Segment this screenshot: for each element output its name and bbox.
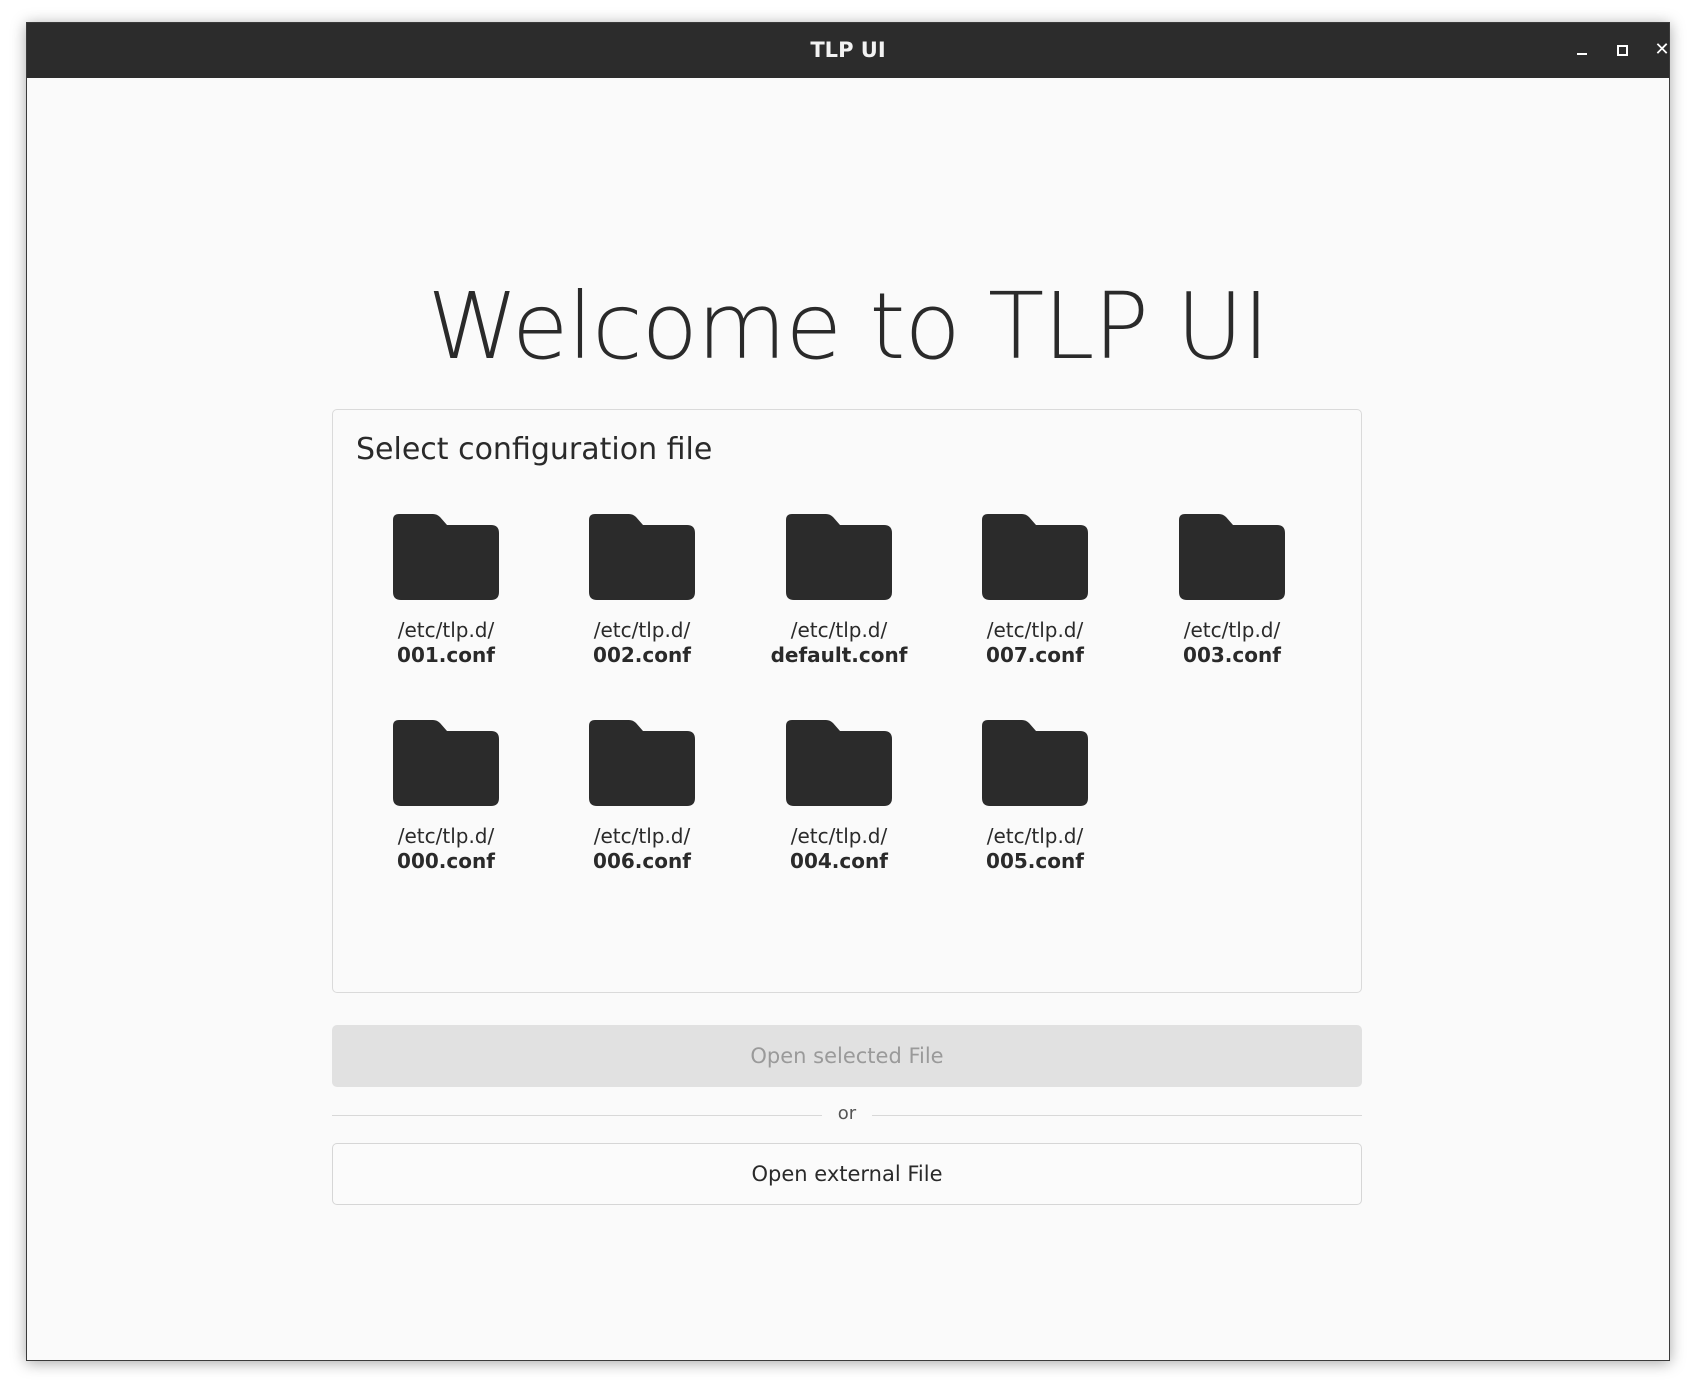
file-name: 004.conf: [790, 849, 888, 873]
file-name: 007.conf: [986, 643, 1084, 667]
folder-icon: [982, 720, 1088, 806]
folder-icon: [393, 720, 499, 806]
folder-icon: [982, 514, 1088, 600]
or-separator: or: [332, 1095, 1362, 1135]
or-label: or: [837, 1103, 857, 1124]
file-item-006[interactable]: /etc/tlp.d/ 006.conf: [547, 720, 737, 874]
close-icon: ✕: [1654, 39, 1670, 60]
file-name: 006.conf: [593, 849, 691, 873]
maximize-icon: [1616, 44, 1628, 56]
file-name: 001.conf: [397, 643, 495, 667]
welcome-heading: Welcome to TLP UI: [427, 273, 1269, 380]
file-item-007[interactable]: /etc/tlp.d/ 007.conf: [940, 514, 1130, 668]
file-item-005[interactable]: /etc/tlp.d/ 005.conf: [940, 720, 1130, 874]
file-directory: /etc/tlp.d/: [593, 618, 691, 642]
file-name: 005.conf: [986, 849, 1084, 873]
title-bar[interactable]: TLP UI ✕: [27, 23, 1669, 78]
window-title: TLP UI: [810, 38, 886, 62]
file-directory: /etc/tlp.d/: [397, 618, 495, 642]
file-item-002[interactable]: /etc/tlp.d/ 002.conf: [547, 514, 737, 668]
config-file-panel: Select configuration file /etc/tlp.d/ 00…: [332, 409, 1362, 993]
file-directory: /etc/tlp.d/: [1183, 618, 1281, 642]
minimize-button[interactable]: [1565, 33, 1599, 67]
file-item-001[interactable]: /etc/tlp.d/ 001.conf: [351, 514, 541, 668]
file-directory: /etc/tlp.d/: [397, 824, 495, 848]
file-item-default[interactable]: /etc/tlp.d/ default.conf: [744, 514, 934, 668]
panel-title: Select configuration file: [356, 432, 713, 467]
folder-icon: [589, 514, 695, 600]
folder-icon: [589, 720, 695, 806]
minimize-icon: [1577, 53, 1587, 55]
folder-icon: [786, 514, 892, 600]
folder-icon: [786, 720, 892, 806]
file-directory: /etc/tlp.d/: [790, 618, 888, 642]
close-button[interactable]: ✕: [1645, 33, 1670, 67]
file-directory: /etc/tlp.d/: [986, 824, 1084, 848]
file-directory: /etc/tlp.d/: [790, 824, 888, 848]
main-content: Welcome to TLP UI Select configuration f…: [27, 78, 1669, 1360]
app-window: TLP UI ✕ Welcome to TLP UI Select config…: [26, 22, 1670, 1361]
separator-line-right: [872, 1115, 1362, 1116]
file-item-000[interactable]: /etc/tlp.d/ 000.conf: [351, 720, 541, 874]
file-directory: /etc/tlp.d/: [593, 824, 691, 848]
file-name: 002.conf: [593, 643, 691, 667]
file-item-004[interactable]: /etc/tlp.d/ 004.conf: [744, 720, 934, 874]
maximize-button[interactable]: [1605, 33, 1639, 67]
file-name: 003.conf: [1183, 643, 1281, 667]
file-name: default.conf: [770, 643, 908, 667]
file-directory: /etc/tlp.d/: [986, 618, 1084, 642]
file-item-003[interactable]: /etc/tlp.d/ 003.conf: [1137, 514, 1327, 668]
folder-icon: [393, 514, 499, 600]
open-external-file-button[interactable]: Open external File: [332, 1143, 1362, 1205]
open-selected-file-button[interactable]: Open selected File: [332, 1025, 1362, 1087]
folder-icon: [1179, 514, 1285, 600]
file-name: 000.conf: [397, 849, 495, 873]
